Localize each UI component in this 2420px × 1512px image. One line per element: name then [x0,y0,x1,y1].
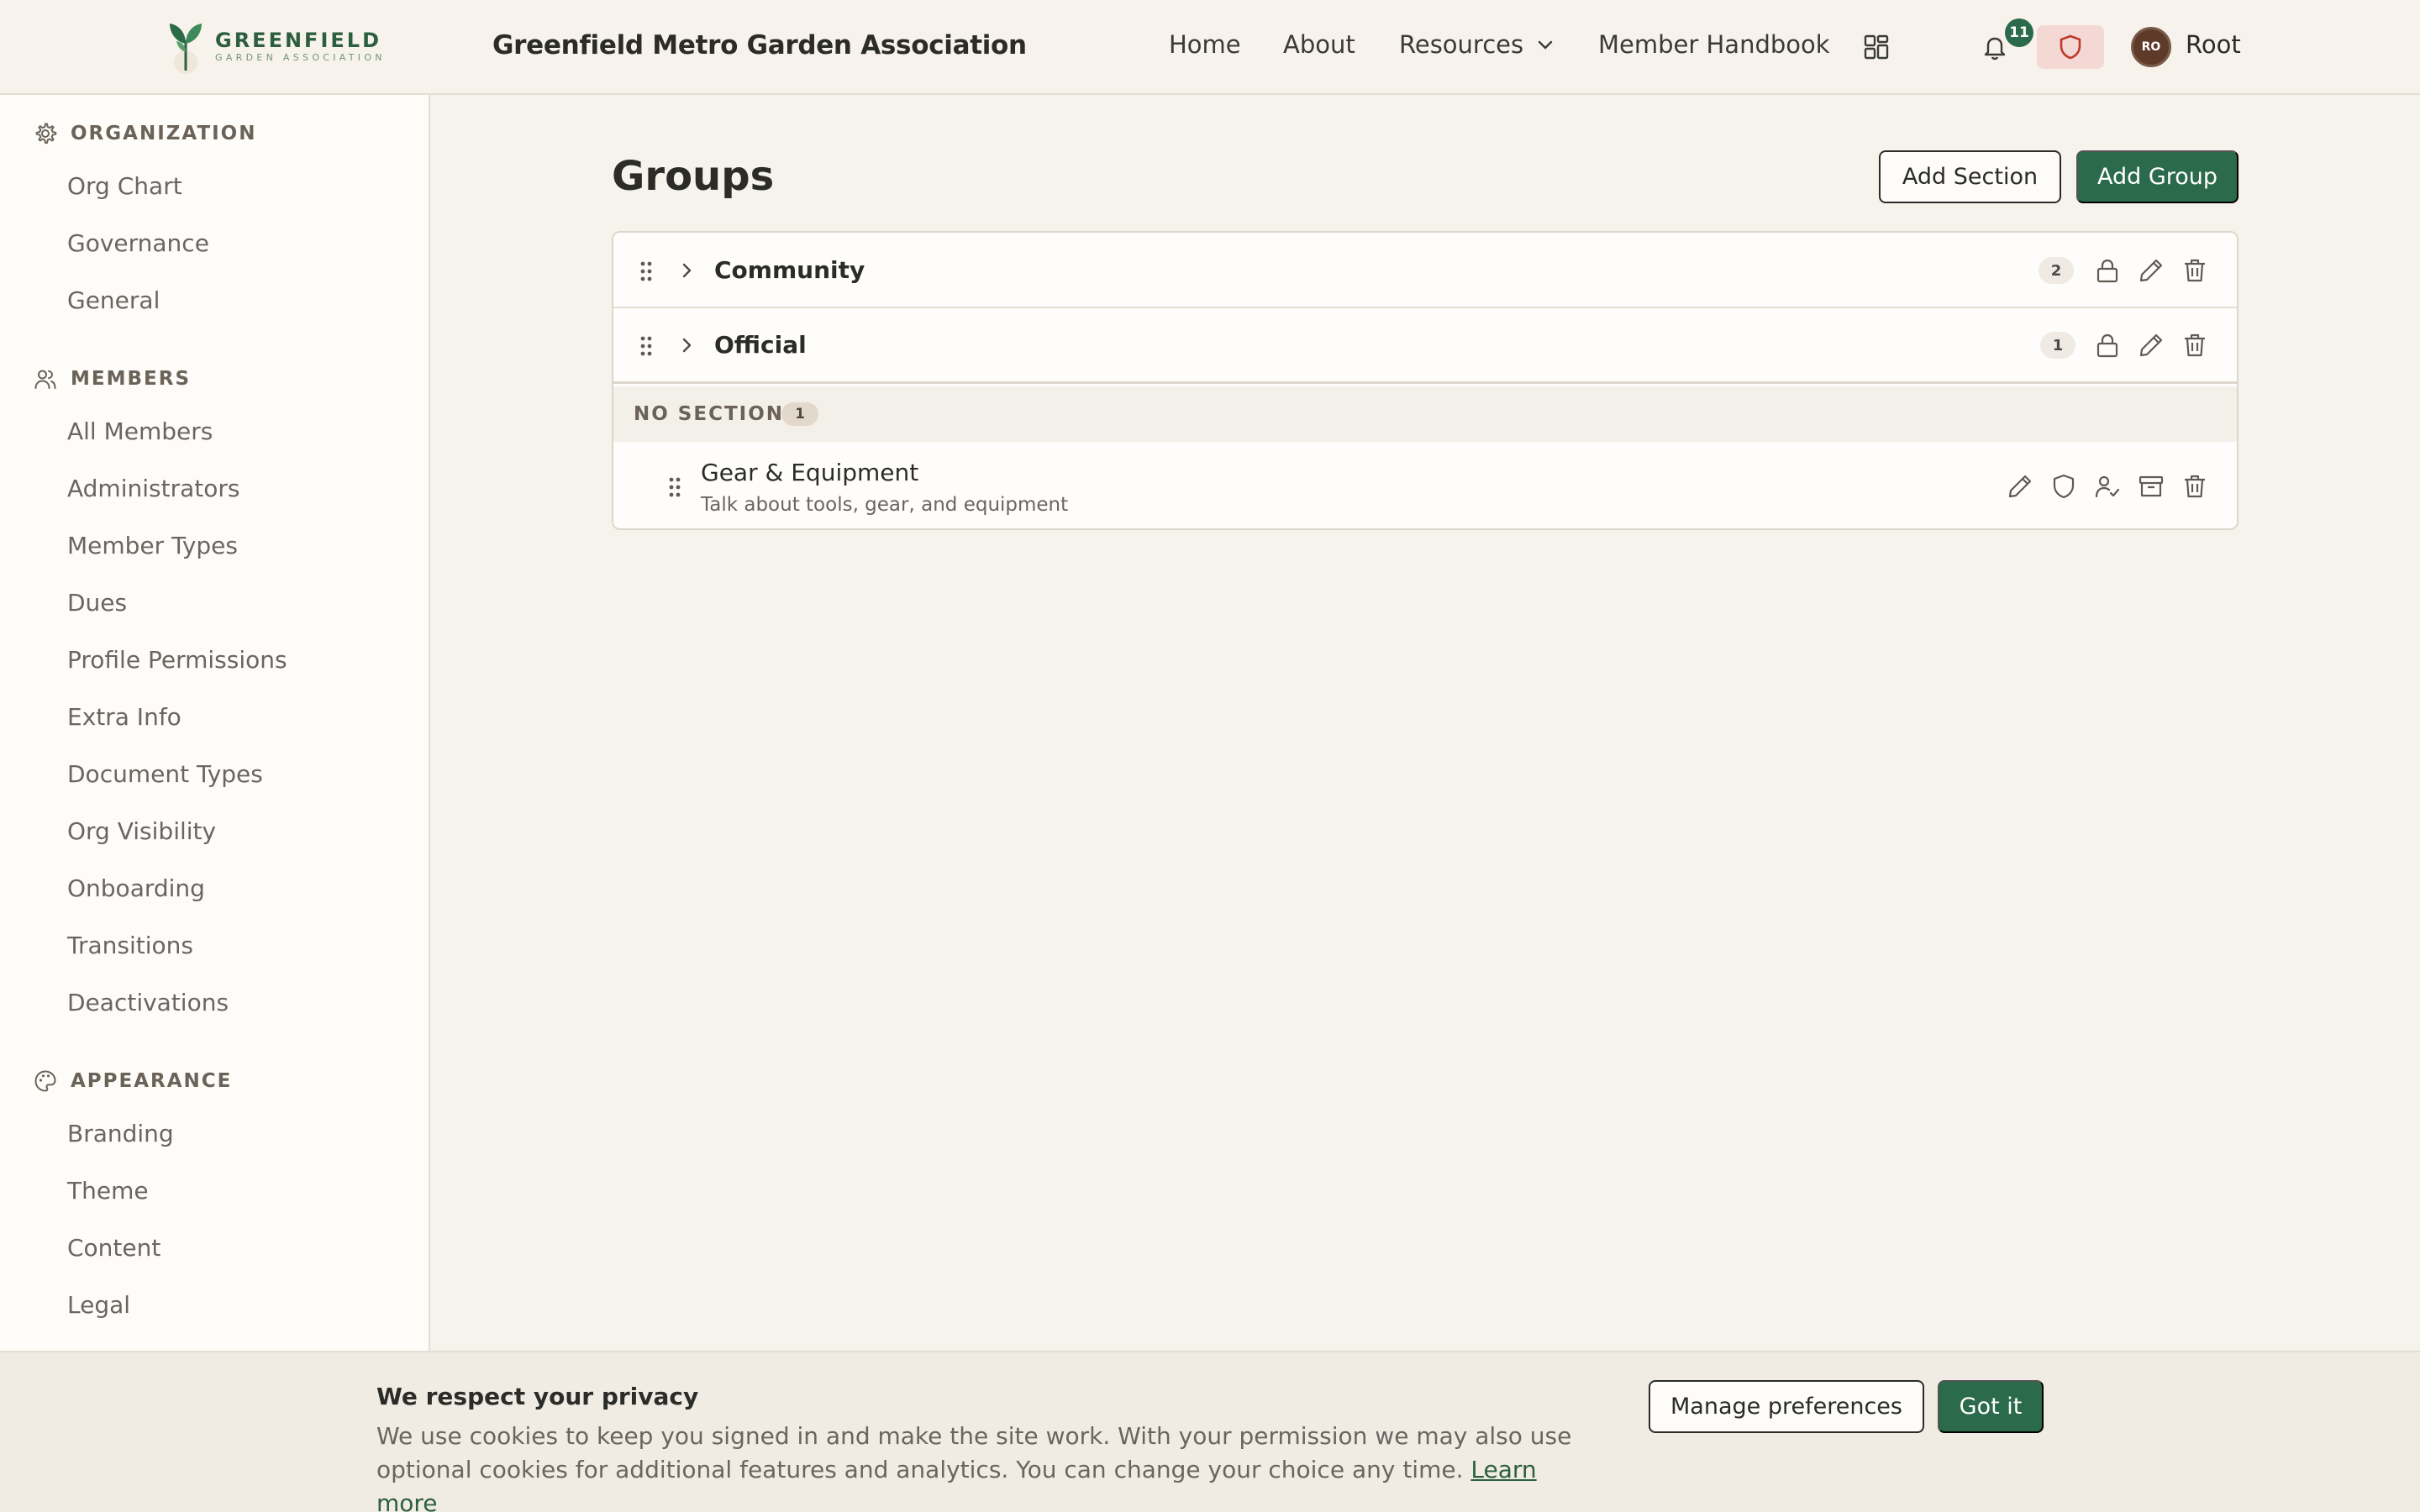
gear-icon [35,123,57,144]
edit-pencil-icon[interactable] [2138,332,2165,359]
section-name: Official [714,331,807,359]
chevron-right-icon[interactable] [677,261,696,280]
drag-handle-icon[interactable] [639,334,654,358]
bell-icon[interactable] [1981,34,2008,60]
trash-icon[interactable] [2181,332,2208,359]
section-row-official[interactable]: Official 1 [613,308,2237,384]
sidebar-item-all-members[interactable]: All Members [67,417,213,445]
site-logo[interactable]: GREENFIELD GARDEN ASSOCIATION [165,18,386,74]
logo-name: GREENFIELD [215,29,381,52]
sidebar-item-branding[interactable]: Branding [67,1120,174,1147]
sidebar-item-content[interactable]: Content [67,1234,160,1262]
drag-handle-icon[interactable] [639,260,654,283]
edit-pencil-icon[interactable] [2138,257,2165,284]
trash-icon[interactable] [2181,473,2208,500]
manage-preferences-button[interactable]: Manage preferences [1649,1380,1924,1433]
sidebar-item-member-types[interactable]: Member Types [67,532,238,559]
nav-about[interactable]: About [1283,30,1355,59]
sidebar-item-extra-info[interactable]: Extra Info [67,703,182,731]
no-section-header: NO SECTION 1 [613,386,2237,442]
site-title[interactable]: Greenfield Metro Garden Association [492,30,1027,60]
nav-resources-label: Resources [1399,30,1524,59]
section-count-badge: 1 [2040,332,2075,359]
user-check-icon[interactable] [2094,473,2121,500]
user-name[interactable]: Root [2186,30,2241,59]
nav-home[interactable]: Home [1169,30,1241,59]
cookie-banner: We respect your privacy We use cookies t… [0,1351,2420,1512]
add-section-button[interactable]: Add Section [1879,150,2061,203]
sidebar-item-onboarding[interactable]: Onboarding [67,874,205,902]
section-row-community[interactable]: Community 2 [613,233,2237,308]
sidebar-section-members: MEMBERS [34,367,191,391]
group-description: Talk about tools, gear, and equipment [701,494,1069,516]
sidebar-section-label: ORGANIZATION [71,123,257,144]
cookie-message-text: We use cookies to keep you signed in and… [376,1422,1572,1483]
lock-icon[interactable] [2094,257,2121,284]
shield-icon[interactable] [2050,473,2077,500]
sidebar-item-governance[interactable]: Governance [67,229,209,257]
palette-icon [34,1070,56,1092]
sidebar-section-label: APPEARANCE [71,1070,233,1092]
sidebar-item-administrators[interactable]: Administrators [67,475,239,502]
sidebar-item-profile-permissions[interactable]: Profile Permissions [67,646,287,674]
add-group-button[interactable]: Add Group [2076,150,2238,203]
users-icon [34,370,56,389]
sidebar-item-transitions[interactable]: Transitions [67,932,193,959]
cookie-message: We use cookies to keep you signed in and… [376,1420,1603,1512]
lock-icon[interactable] [2094,332,2121,359]
cookie-title: We respect your privacy [376,1383,699,1410]
nav-resources[interactable]: Resources [1399,30,1555,59]
accept-cookies-button[interactable]: Got it [1938,1380,2044,1433]
no-section-count-badge: 1 [781,402,818,426]
sidebar-section-label: MEMBERS [71,368,192,390]
user-avatar[interactable]: RO [2131,27,2171,67]
groups-panel: Community 2 Official 1 NO SECTION 1 Gear… [612,231,2238,530]
top-header: GREENFIELD GARDEN ASSOCIATION Greenfield… [0,0,2420,95]
sidebar-item-dues[interactable]: Dues [67,589,127,617]
sidebar-item-general[interactable]: General [67,286,160,314]
archive-icon[interactable] [2138,473,2165,500]
sidebar-item-legal[interactable]: Legal [67,1291,130,1319]
chevron-right-icon[interactable] [677,336,696,354]
section-name: Community [714,256,865,284]
settings-sidebar: ORGANIZATION Org Chart Governance Genera… [0,95,430,1351]
trash-icon[interactable] [2181,257,2208,284]
sidebar-item-document-types[interactable]: Document Types [67,760,263,788]
sidebar-item-org-visibility[interactable]: Org Visibility [67,817,216,845]
apps-grid-icon[interactable] [1864,34,1889,60]
section-count-badge: 2 [2039,257,2074,284]
sprout-logo-icon [170,24,202,74]
shield-icon [2060,34,2081,60]
sidebar-item-deactivations[interactable]: Deactivations [67,989,229,1016]
nav-member-handbook[interactable]: Member Handbook [1598,30,1830,59]
chevron-down-icon [1538,40,1553,50]
sidebar-item-org-chart[interactable]: Org Chart [67,172,182,200]
sidebar-section-appearance: APPEARANCE [34,1069,232,1093]
page-title: Groups [612,153,775,200]
group-row-gear-equipment[interactable]: Gear & Equipment Talk about tools, gear,… [613,442,2237,528]
logo-subtitle: GARDEN ASSOCIATION [215,52,386,63]
group-name[interactable]: Gear & Equipment [701,459,918,486]
no-section-label: NO SECTION [634,403,785,425]
edit-pencil-icon[interactable] [2007,473,2033,500]
admin-shield-button[interactable] [2037,25,2104,69]
drag-handle-icon[interactable] [667,475,682,499]
sidebar-section-organization: ORGANIZATION [34,122,257,145]
sidebar-item-theme[interactable]: Theme [67,1177,149,1205]
notification-count-badge: 11 [2005,18,2033,47]
